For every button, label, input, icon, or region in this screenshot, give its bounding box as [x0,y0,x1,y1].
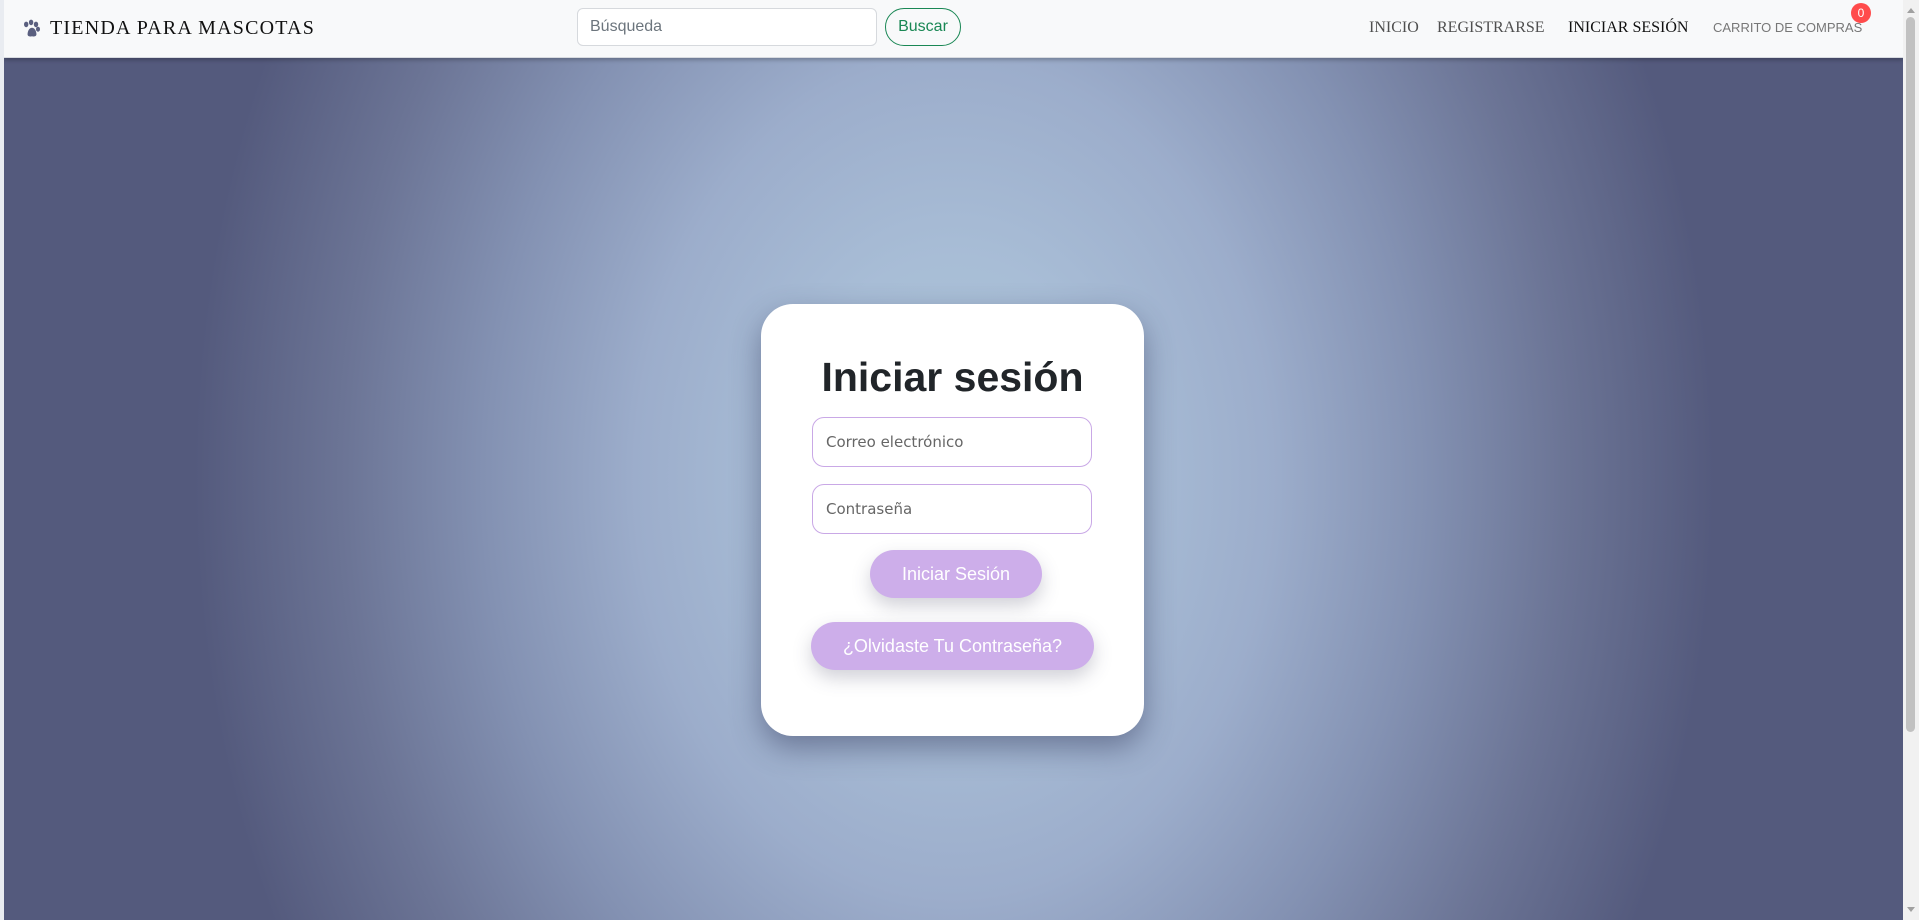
nav-link-login[interactable]: INICIAR SESIÓN [1568,19,1688,37]
nav-link-home[interactable]: INICIO [1369,19,1419,37]
page: TIENDA PARA MASCOTAS Buscar INICIO REGIS… [4,0,1903,920]
scrollbar[interactable] [1903,0,1919,920]
password-field[interactable] [812,484,1092,534]
scroll-down-arrow-icon[interactable] [1907,907,1915,912]
brand-name: TIENDA PARA MASCOTAS [50,16,316,39]
paw-icon [24,19,40,37]
cart-count-badge: 0 [1851,3,1871,23]
search-input[interactable] [577,8,877,46]
scroll-up-arrow-icon[interactable] [1907,8,1915,13]
brand[interactable]: TIENDA PARA MASCOTAS [20,16,315,40]
nav-link-register[interactable]: REGISTRARSE [1437,19,1545,37]
login-card: Iniciar sesión Iniciar Sesión ¿Olvidaste… [761,304,1144,736]
login-submit-button[interactable]: Iniciar Sesión [870,550,1042,598]
search-button[interactable]: Buscar [885,8,961,46]
navbar: TIENDA PARA MASCOTAS Buscar INICIO REGIS… [4,0,1903,58]
scrollbar-thumb[interactable] [1906,17,1915,732]
forgot-password-button[interactable]: ¿Olvidaste Tu Contraseña? [811,622,1094,670]
email-field[interactable] [812,417,1092,467]
nav-link-cart[interactable]: CARRITO DE COMPRAS [1713,20,1862,35]
login-title: Iniciar sesión [821,354,1084,400]
